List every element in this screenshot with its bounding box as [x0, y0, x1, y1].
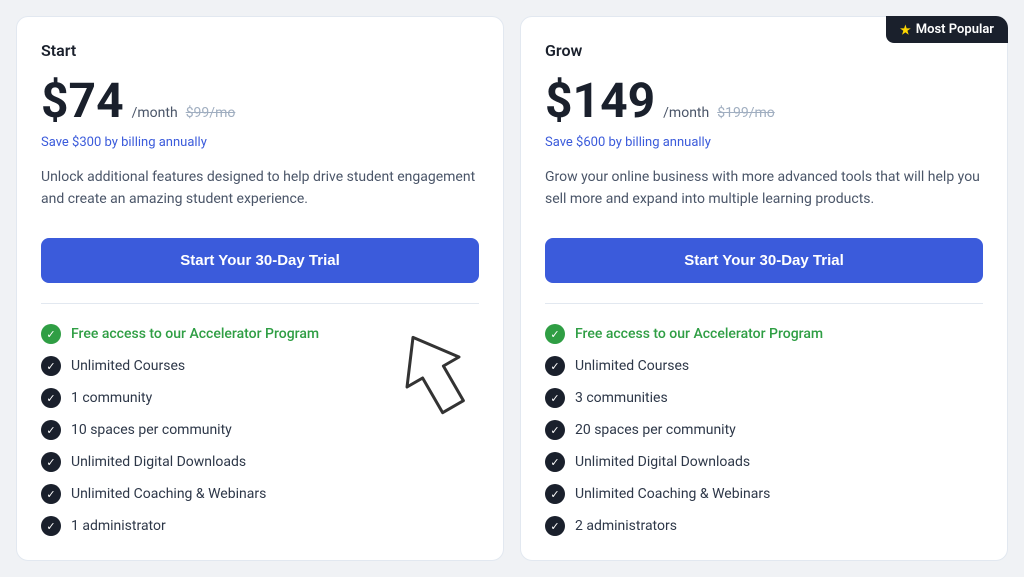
feature-text: Unlimited Courses	[71, 358, 185, 374]
feature-text: 2 administrators	[575, 518, 677, 534]
list-item: ✓ Unlimited Courses	[545, 356, 983, 376]
list-item: ✓ 20 spaces per community	[545, 420, 983, 440]
list-item: ✓ 1 administrator	[41, 516, 479, 536]
feature-text: 20 spaces per community	[575, 422, 736, 438]
price-main-start: $74	[41, 72, 124, 129]
list-item: ✓ Unlimited Coaching & Webinars	[545, 484, 983, 504]
feature-text: Free access to our Accelerator Program	[71, 326, 319, 342]
trial-button-start[interactable]: Start Your 30-Day Trial	[41, 238, 479, 283]
features-list-grow: ✓Free access to our Accelerator Program✓…	[545, 324, 983, 536]
list-item: ✓ 1 community	[41, 388, 479, 408]
pricing-container: Start $74/month $99/mo Save $300 by billing…	[16, 16, 1008, 561]
check-icon: ✓	[545, 420, 565, 440]
check-icon: ✓	[41, 324, 61, 344]
plan-card-grow: ★ Most Popular Grow $149/month $199/mo Save $…	[520, 16, 1008, 561]
check-icon: ✓	[545, 388, 565, 408]
divider-grow	[545, 303, 983, 304]
plan-card-start: Start $74/month $99/mo Save $300 by billing…	[16, 16, 504, 561]
save-text-grow[interactable]: Save $600 by billing annually	[545, 135, 983, 150]
list-item: ✓ 3 communities	[545, 388, 983, 408]
list-item: ✓ Free access to our Accelerator Program	[41, 324, 479, 344]
divider-start	[41, 303, 479, 304]
check-icon: ✓	[545, 452, 565, 472]
feature-text: Unlimited Courses	[575, 358, 689, 374]
list-item: ✓ Unlimited Coaching & Webinars	[41, 484, 479, 504]
check-icon: ✓	[41, 516, 61, 536]
feature-text: 1 administrator	[71, 518, 166, 534]
check-icon: ✓	[545, 516, 565, 536]
price-original-grow: $199/mo	[717, 105, 775, 121]
feature-text: Unlimited Digital Downloads	[71, 454, 246, 470]
star-icon: ★	[900, 23, 911, 37]
list-item: ✓ 2 administrators	[545, 516, 983, 536]
feature-text: Free access to our Accelerator Program	[575, 326, 823, 342]
check-icon: ✓	[41, 484, 61, 504]
plan-name-start: Start	[41, 41, 479, 60]
feature-text: 1 community	[71, 390, 152, 406]
features-list-start: ✓Free access to our Accelerator Program✓…	[41, 324, 479, 536]
plan-name-grow: Grow	[545, 41, 983, 60]
list-item: ✓ Free access to our Accelerator Program	[545, 324, 983, 344]
check-icon: ✓	[545, 356, 565, 376]
most-popular-label: Most Popular	[916, 22, 994, 37]
list-item: ✓ 10 spaces per community	[41, 420, 479, 440]
check-icon: ✓	[545, 484, 565, 504]
most-popular-badge: ★ Most Popular	[886, 16, 1008, 43]
list-item: ✓ Unlimited Courses	[41, 356, 479, 376]
check-icon: ✓	[41, 420, 61, 440]
plan-description-grow: Grow your online business with more adva…	[545, 166, 983, 218]
feature-text: 10 spaces per community	[71, 422, 232, 438]
feature-text: Unlimited Coaching & Webinars	[575, 486, 770, 502]
feature-text: 3 communities	[575, 390, 668, 406]
price-main-grow: $149	[545, 72, 655, 129]
check-icon: ✓	[545, 324, 565, 344]
check-icon: ✓	[41, 452, 61, 472]
check-icon: ✓	[41, 388, 61, 408]
price-period-grow: /month	[663, 105, 709, 121]
plan-description-start: Unlock additional features designed to h…	[41, 166, 479, 218]
save-text-start[interactable]: Save $300 by billing annually	[41, 135, 479, 150]
price-row-start: $74/month $99/mo	[41, 72, 479, 129]
trial-button-grow[interactable]: Start Your 30-Day Trial	[545, 238, 983, 283]
price-period-start: /month	[132, 105, 178, 121]
feature-text: Unlimited Coaching & Webinars	[71, 486, 266, 502]
list-item: ✓ Unlimited Digital Downloads	[545, 452, 983, 472]
price-original-start: $99/mo	[186, 105, 236, 121]
feature-text: Unlimited Digital Downloads	[575, 454, 750, 470]
list-item: ✓ Unlimited Digital Downloads	[41, 452, 479, 472]
price-row-grow: $149/month $199/mo	[545, 72, 983, 129]
check-icon: ✓	[41, 356, 61, 376]
